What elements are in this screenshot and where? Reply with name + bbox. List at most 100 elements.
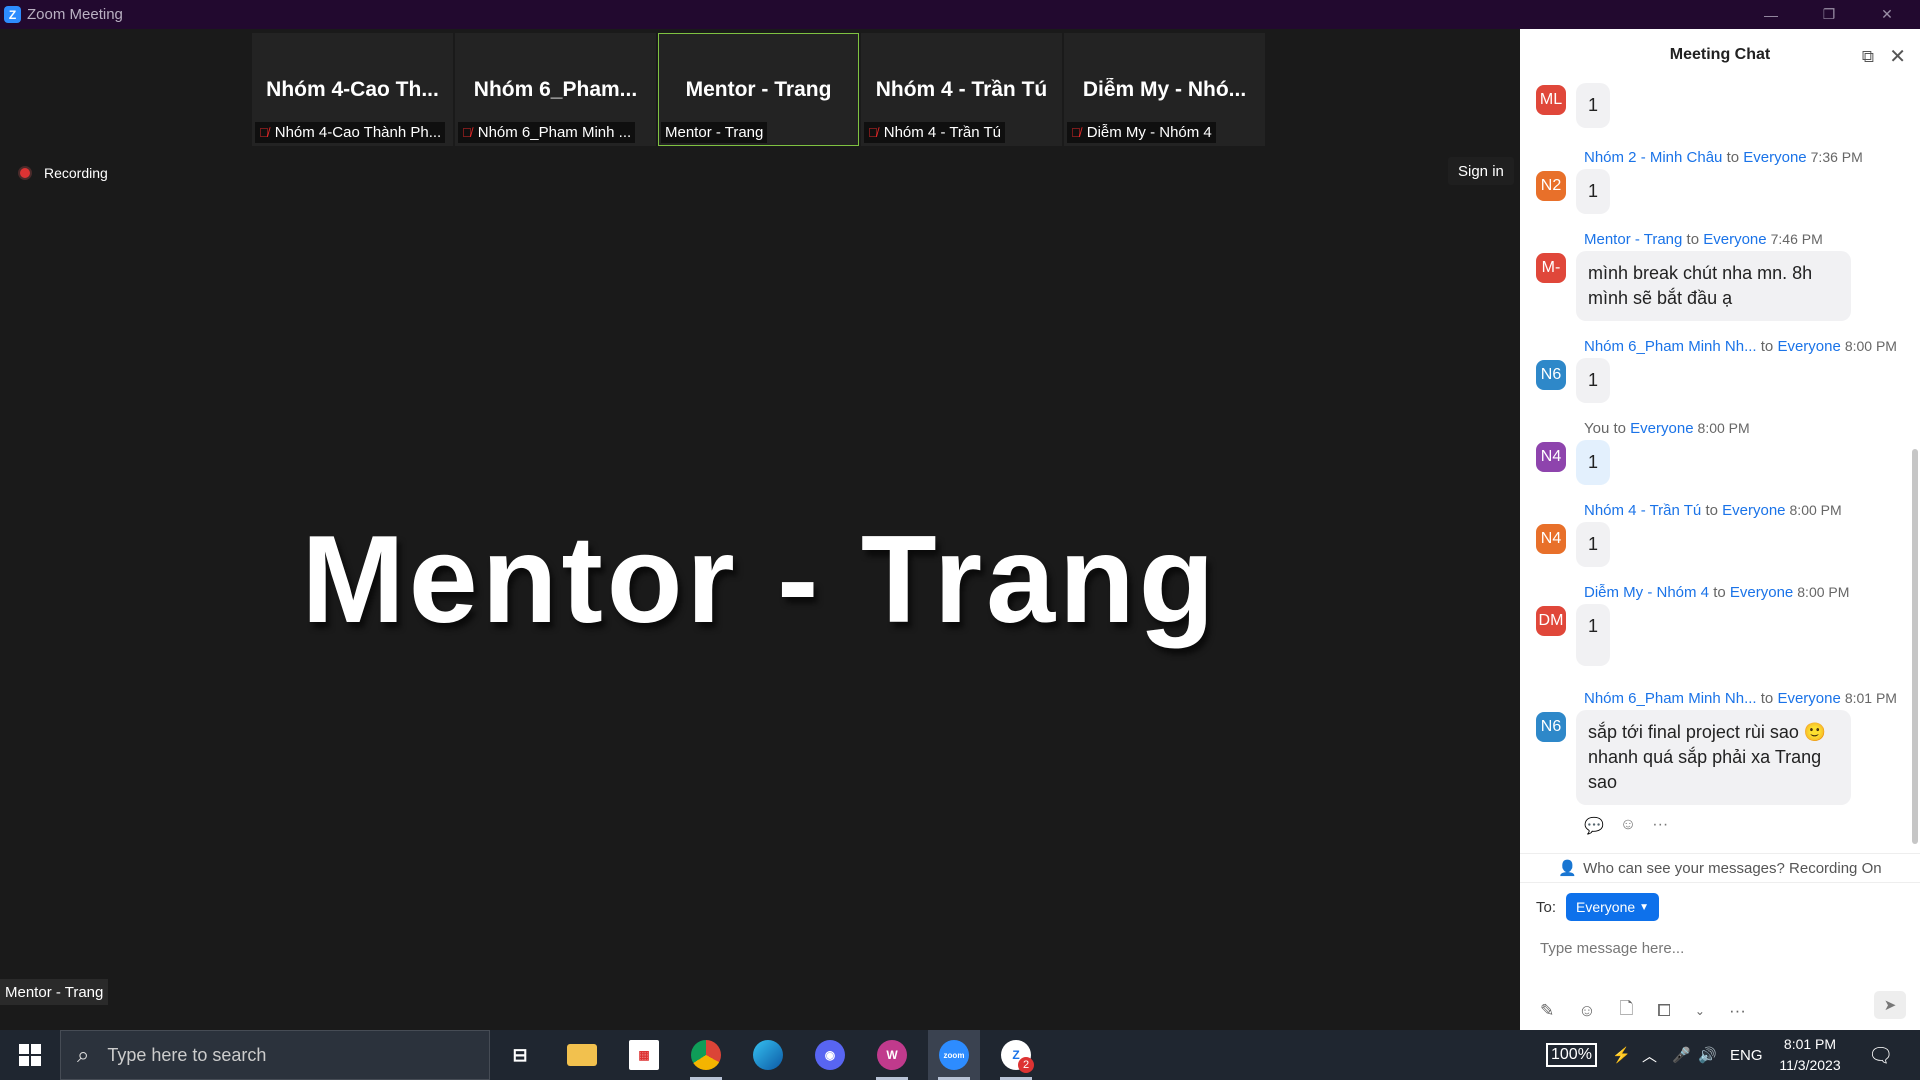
- mic-muted-icon: 🎙̸: [462, 125, 472, 140]
- task-view-icon[interactable]: ⊟: [494, 1030, 546, 1080]
- chrome-icon[interactable]: [680, 1030, 732, 1080]
- notification-center-icon[interactable]: 🗨: [1868, 1030, 1893, 1080]
- emoji-icon[interactable]: ☺: [1578, 1001, 1595, 1021]
- zoom-taskbar-icon[interactable]: zoom: [928, 1030, 980, 1080]
- charging-icon: ⚡: [1612, 1047, 1631, 1064]
- sign-in-button[interactable]: Sign in: [1448, 157, 1514, 185]
- screenshot-icon[interactable]: ⧠: [1657, 1001, 1671, 1021]
- chat-scrollbar[interactable]: [1912, 449, 1918, 844]
- message-sender[interactable]: Mentor - Trang: [1584, 231, 1682, 248]
- message-sender[interactable]: Nhóm 6_Pham Minh Nh...: [1584, 690, 1757, 707]
- reply-icon[interactable]: 💬: [1584, 816, 1604, 836]
- video-stage: Nhóm 4-Cao Th... 🎙̸ Nhóm 4-Cao Thành Ph..…: [0, 29, 1520, 1030]
- recording-indicator[interactable]: Recording: [18, 165, 108, 181]
- message-actions: 💬 ☺ ···: [1584, 816, 1668, 836]
- mic-muted-icon: 🎙̸: [868, 125, 878, 140]
- chat-toolbar: ✎ ☺ 🗋 ⧠ ⌄ ···: [1540, 996, 1746, 1025]
- mic-muted-icon: 🎙̸: [259, 125, 269, 140]
- people-icon: 👤: [1558, 860, 1578, 877]
- message-recipient: Everyone: [1777, 338, 1841, 355]
- battery-indicator[interactable]: 100%: [1546, 1043, 1597, 1067]
- message-bubble[interactable]: sắp tới final project rùi sao 🙂 nhanh qu…: [1576, 710, 1851, 805]
- more-options-icon[interactable]: ···: [1729, 1001, 1746, 1021]
- thumbnail-name-tag: 🎙̸ Nhóm 4 - Trần Tú: [864, 122, 1006, 143]
- chat-message-input[interactable]: [1540, 934, 1900, 962]
- chat-message-list[interactable]: ML 1 Nhóm 2 - Minh Châu to Everyone 7:36 …: [1520, 81, 1920, 841]
- participant-thumbnail[interactable]: Nhóm 4-Cao Th... 🎙̸ Nhóm 4-Cao Thành Ph..…: [252, 33, 453, 146]
- participant-thumbnail[interactable]: Diễm My - Nhó... 🎙̸ Diễm My - Nhóm 4: [1064, 33, 1265, 146]
- send-icon: ➤: [1883, 997, 1897, 1014]
- send-button[interactable]: ➤: [1874, 991, 1906, 1019]
- chevron-down-icon[interactable]: ⌄: [1695, 1004, 1705, 1018]
- avatar: ML: [1536, 85, 1566, 115]
- thumbnail-name-tag: 🎙̸ Nhóm 4-Cao Thành Ph...: [255, 122, 446, 143]
- restore-button[interactable]: ❐: [1800, 0, 1858, 29]
- thumbnail-display-name: Mentor - Trang: [685, 78, 832, 101]
- edge-icon[interactable]: [742, 1030, 794, 1080]
- message-sender[interactable]: Nhóm 2 - Minh Châu: [1584, 149, 1722, 166]
- message-recipient: Everyone: [1722, 502, 1786, 519]
- zalo-icon[interactable]: Z2: [990, 1030, 1042, 1080]
- message-meta: Nhóm 6_Pham Minh Nh... to Everyone 8:01 P…: [1584, 690, 1897, 707]
- discord-icon[interactable]: ◉: [804, 1030, 856, 1080]
- store-app-icon[interactable]: ▦: [618, 1030, 670, 1080]
- thumbnail-name: Nhóm 6_Pham Minh ...: [477, 124, 632, 141]
- notification-badge: 2: [1018, 1057, 1034, 1073]
- close-window-button[interactable]: ✕: [1858, 0, 1916, 29]
- message-to-word: to: [1705, 502, 1718, 519]
- add-reaction-icon[interactable]: ☺: [1620, 816, 1636, 836]
- message-meta: Nhóm 2 - Minh Châu to Everyone 7:36 PM: [1584, 149, 1863, 166]
- chat-header: Meeting Chat ⧉ ✕: [1520, 29, 1920, 81]
- message-sender[interactable]: Diễm My - Nhóm 4: [1584, 584, 1709, 601]
- volume-icon[interactable]: 🔊: [1698, 1030, 1717, 1080]
- message-to-word: to: [1713, 584, 1726, 601]
- recipient-dropdown[interactable]: Everyone ▼: [1566, 893, 1660, 921]
- meeting-chat-panel: Meeting Chat ⧉ ✕ ML 1 Nhóm 2 - Minh Châu…: [1520, 29, 1920, 1030]
- thumbnail-name: Mentor - Trang: [665, 124, 764, 141]
- close-chat-icon[interactable]: ✕: [1889, 44, 1906, 69]
- chevron-up-icon[interactable]: ︿: [1642, 1030, 1657, 1080]
- message-bubble[interactable]: 1: [1576, 522, 1611, 567]
- wps-office-icon[interactable]: W: [866, 1030, 918, 1080]
- participant-thumbnail[interactable]: Nhóm 4 - Trần Tú 🎙̸ Nhóm 4 - Trần Tú: [861, 33, 1062, 146]
- participant-thumbnail-active[interactable]: Mentor - Trang Mentor - Trang: [658, 33, 859, 146]
- avatar: N6: [1536, 360, 1566, 390]
- system-clock[interactable]: 8:01 PM 11/3/2023: [1760, 1034, 1860, 1076]
- format-text-icon[interactable]: ✎: [1540, 1001, 1554, 1021]
- taskbar-search-box[interactable]: ⌕ Type here to search: [60, 1030, 490, 1080]
- chat-title: Meeting Chat: [1669, 46, 1771, 63]
- message-meta: Diễm My - Nhóm 4 to Everyone 8:00 PM: [1584, 584, 1849, 601]
- start-button[interactable]: [0, 1030, 60, 1080]
- minimize-button[interactable]: —: [1742, 0, 1800, 29]
- message-time: 8:01 PM: [1844, 690, 1897, 706]
- message-to-word: to: [1760, 338, 1774, 355]
- message-bubble[interactable]: 1: [1576, 604, 1611, 666]
- mic-muted-icon: 🎙̸: [1071, 125, 1081, 140]
- windows-taskbar: ⌕ Type here to search ⊟ ▦ ◉ W zoom Z2 10…: [0, 1030, 1920, 1080]
- message-sender[interactable]: Nhóm 4 - Trần Tú: [1584, 502, 1701, 519]
- message-to-word: to: [1686, 231, 1700, 248]
- file-icon[interactable]: 🗋: [1620, 996, 1634, 1025]
- message-recipient: Everyone: [1729, 584, 1794, 601]
- message-bubble[interactable]: mình break chút nha mn. 8h mình sẽ bắt đ…: [1576, 251, 1851, 321]
- to-label: To:: [1536, 898, 1557, 916]
- thumbnail-name-tag: Mentor - Trang: [661, 122, 768, 143]
- file-explorer-icon[interactable]: [556, 1030, 608, 1080]
- message-bubble[interactable]: 1: [1576, 169, 1611, 214]
- message-to-word: to: [1760, 690, 1774, 707]
- message-bubble[interactable]: 1: [1576, 83, 1611, 128]
- language-indicator[interactable]: ENG: [1730, 1030, 1763, 1080]
- who-can-see-notice[interactable]: 👤 Who can see your messages? Recording O…: [1520, 853, 1920, 883]
- message-time: 7:46 PM: [1770, 231, 1823, 247]
- message-bubble[interactable]: 1: [1576, 358, 1611, 403]
- pop-out-icon[interactable]: ⧉: [1862, 47, 1874, 67]
- message-bubble[interactable]: 1: [1576, 440, 1611, 485]
- participant-thumbnail[interactable]: Nhóm 6_Pham... 🎙̸ Nhóm 6_Pham Minh ...: [455, 33, 656, 146]
- message-sender[interactable]: Nhóm 6_Pham Minh Nh...: [1584, 338, 1757, 355]
- message-recipient: Everyone: [1703, 231, 1767, 248]
- message-to-word: to: [1726, 149, 1740, 166]
- message-meta: You to Everyone 8:00 PM: [1584, 420, 1750, 437]
- more-options-icon[interactable]: ···: [1652, 816, 1668, 836]
- microphone-icon[interactable]: 🎤: [1672, 1030, 1691, 1080]
- thumbnail-name: Nhóm 4 - Trần Tú: [883, 124, 1002, 141]
